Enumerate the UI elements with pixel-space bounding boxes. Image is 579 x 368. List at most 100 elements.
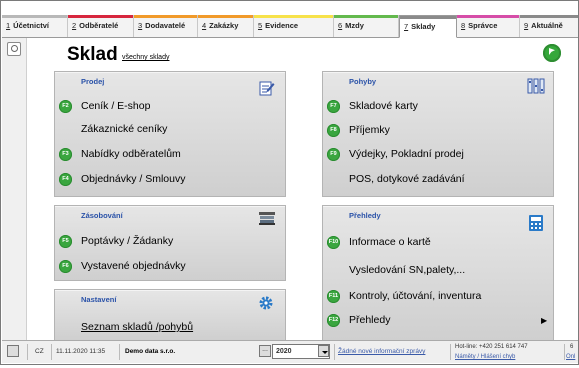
tab-label: Aktuálně: [531, 21, 563, 30]
tab-evidence[interactable]: 5 Evidence: [254, 15, 334, 37]
tab-label: Dodavatelé: [145, 21, 186, 30]
tab-key: 5: [258, 21, 263, 30]
tab-zakazky[interactable]: 4 Zakázky: [198, 15, 254, 37]
tab-label: Zakázky: [209, 21, 239, 30]
divider: [450, 344, 451, 360]
shortcut-badge: F11: [327, 290, 340, 303]
company-picker-button[interactable]: ...: [259, 345, 271, 357]
tab-key: 4: [202, 21, 207, 30]
tab-sklady[interactable]: 7 Sklady: [399, 15, 457, 38]
datetime-display: 11.11.2020 11:35: [56, 348, 106, 355]
left-toolbar: [2, 38, 27, 343]
tab-color-bar: [334, 15, 398, 18]
web-help-icon[interactable]: [543, 44, 561, 62]
menu-item-label: Zákaznické ceníky: [81, 123, 168, 135]
tab-color-bar: [68, 15, 133, 18]
stock-columns-icon: [527, 78, 545, 94]
tab-color-bar: [134, 15, 197, 18]
shortcut-badge: F5: [59, 235, 72, 248]
tab-key: 6: [338, 21, 343, 30]
panel-title: Prodej: [81, 77, 105, 86]
tab-color-bar: [400, 16, 456, 19]
all-warehouses-link[interactable]: všechny sklady: [122, 54, 169, 61]
panel-prodej: Prodej F2 Ceník / E-shop Zákaznické ceník…: [54, 71, 286, 197]
power-icon[interactable]: [7, 345, 19, 357]
tab-mzdy[interactable]: 6 Mzdy: [334, 15, 399, 37]
menu-item-label: Kontroly, účtování, inventura: [349, 290, 482, 302]
tab-key: 3: [138, 21, 143, 30]
menu-item-label: Ceník / E-shop: [81, 100, 151, 112]
shortcut-badge: F10: [327, 236, 340, 249]
tab-label: Správce: [468, 21, 498, 30]
tab-aktualne[interactable]: 9 Aktuálně: [520, 15, 578, 37]
page-title: Sklad: [67, 44, 118, 65]
tab-key: 1: [6, 21, 11, 30]
module-tabs: 1 Účetnictví 2 Odběratelé 3 Dodavatelé 4 Zak…: [2, 15, 578, 38]
menu-item-label: Poptávky / Žádanky: [81, 235, 174, 247]
menu-item-label: Seznam skladů /pohybů: [81, 321, 194, 333]
tab-color-bar: [457, 15, 519, 18]
status-bar: CZ 11.11.2020 11:35 Demo data s.r.o. ...…: [2, 340, 578, 363]
panel-title: Přehledy: [349, 211, 381, 220]
divider: [119, 344, 120, 360]
panel-title: Pohyby: [349, 77, 377, 86]
shortcut-badge: F12: [327, 314, 340, 327]
panel-title: Zásobování: [81, 211, 123, 220]
history-icon[interactable]: [7, 42, 21, 56]
shortcut-badge: F4: [59, 173, 72, 186]
tab-odberatele[interactable]: 2 Odběratelé: [68, 15, 134, 37]
menu-item-label: Vystavené objednávky: [81, 260, 186, 272]
gear-icon: [259, 296, 273, 310]
warehouse-shelf-icon: [259, 212, 275, 225]
tab-ucetnictvi[interactable]: 1 Účetnictví: [2, 15, 68, 37]
shortcut-badge: F9: [327, 148, 340, 161]
panel-prehledy: Přehledy F10 Informace o kartě Vysledován…: [322, 205, 554, 341]
messages-link[interactable]: Žádné nové informační zprávy: [338, 341, 425, 363]
shortcut-badge: F6: [59, 260, 72, 273]
tab-label: Účetnictví: [13, 21, 50, 30]
tab-color-bar: [198, 15, 253, 18]
menu-item-label: Informace o kartě: [349, 236, 431, 248]
divider: [334, 344, 335, 360]
divider: [564, 344, 565, 360]
year-value: 2020: [276, 348, 292, 355]
tab-key: 8: [461, 21, 466, 30]
tab-label: Evidence: [265, 21, 299, 30]
menu-item-label: POS, dotykové zadávání: [349, 173, 465, 185]
tab-dodavatele[interactable]: 3 Dodavatelé: [134, 15, 198, 37]
shortcut-badge: F7: [327, 100, 340, 113]
main-window: 1 Účetnictví 2 Odběratelé 3 Dodavatelé 4 Zak…: [0, 0, 579, 365]
language-indicator[interactable]: CZ: [35, 341, 44, 363]
menu-item-label: Nabídky odběratelům: [81, 148, 181, 160]
menu-item-label: Skladové karty: [349, 100, 418, 112]
year-dropdown-button[interactable]: [318, 345, 329, 357]
menu-item-label: Objednávky / Smlouvy: [81, 173, 186, 185]
tab-key: 9: [524, 21, 529, 30]
menu-item-label: Vysledování SN,palety,...: [349, 264, 466, 276]
tab-color-bar: [254, 15, 333, 18]
shortcut-badge: F3: [59, 148, 72, 161]
panel-zasobovani: Zásobování F5 Poptávky / Žádanky F6 Vystav…: [54, 205, 286, 281]
tab-key: 7: [404, 22, 409, 31]
shortcut-badge: F2: [59, 100, 72, 113]
divider: [51, 344, 52, 360]
calculator-icon: [529, 215, 543, 231]
menu-item-label: Výdejky, Pokladní prodej: [349, 148, 464, 160]
tab-color-bar: [2, 15, 67, 18]
chevron-down-icon: [319, 346, 328, 356]
tab-spravce[interactable]: 8 Správce: [457, 15, 520, 37]
panel-nastaveni: Nastavení Seznam skladů /pohybů: [54, 289, 286, 341]
divider: [27, 344, 28, 360]
tab-color-bar: [520, 15, 578, 18]
tab-label: Mzdy: [345, 21, 364, 30]
tab-key: 2: [72, 21, 77, 30]
document-edit-icon: [259, 81, 275, 96]
shortcut-badge: F8: [327, 124, 340, 137]
menu-item-label: Přehledy: [349, 314, 391, 326]
submenu-arrow-icon: ▶: [541, 316, 548, 325]
company-name: Demo data s.r.o.: [125, 348, 176, 355]
panel-title: Nastavení: [81, 295, 117, 304]
tab-label: Odběratelé: [79, 21, 119, 30]
tab-label: Sklady: [411, 22, 436, 31]
panel-pohyby: Pohyby F7 Skladové karty F8 Příjemky F9 Výd…: [322, 71, 554, 197]
